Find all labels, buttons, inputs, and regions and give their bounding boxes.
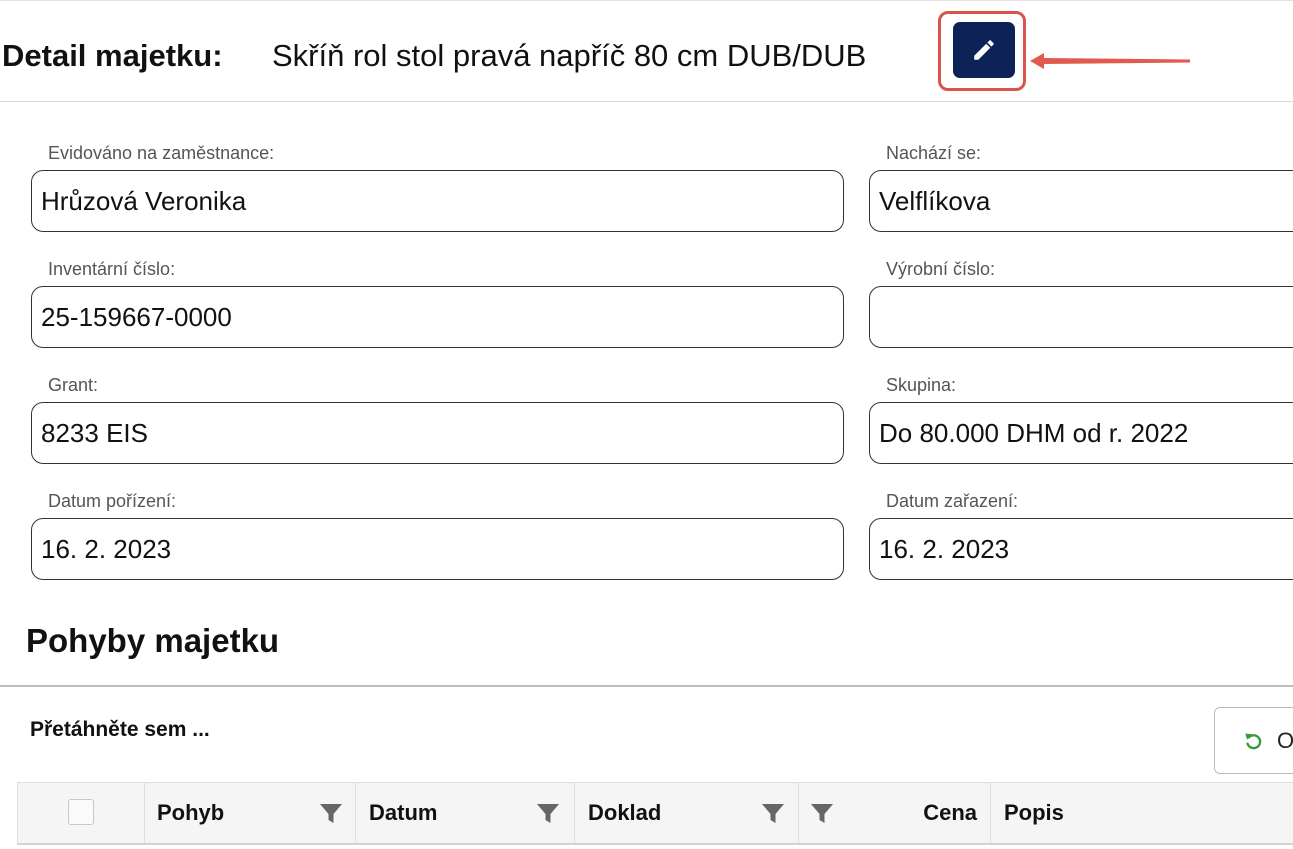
- location-field[interactable]: Velflíkova: [869, 170, 1293, 232]
- classification-date-label: Datum zařazení:: [886, 491, 1019, 511]
- grant-field[interactable]: 8233 EIS: [31, 402, 844, 464]
- employee-label: Evidováno na zaměstnance:: [48, 143, 275, 163]
- employee-field[interactable]: Hrůzová Veronika: [31, 170, 844, 232]
- page-title-label: Detail majetku:: [2, 38, 223, 73]
- group-panel-hint[interactable]: Přetáhněte sem ...: [30, 718, 210, 742]
- column-header-datum[interactable]: Datum: [356, 783, 575, 843]
- undo-icon: [1245, 733, 1262, 749]
- reset-button[interactable]: O: [1214, 707, 1293, 774]
- column-header-label: Popis: [1004, 800, 1064, 825]
- select-all-checkbox[interactable]: [68, 799, 94, 825]
- serial-number-label: Výrobní číslo:: [886, 259, 996, 279]
- filter-icon[interactable]: [761, 802, 785, 826]
- filter-icon[interactable]: [536, 802, 560, 826]
- column-header-cena[interactable]: Cena: [799, 783, 991, 843]
- column-header-label: Doklad: [588, 800, 662, 825]
- group-label: Skupina:: [886, 375, 957, 395]
- column-header-label: Pohyb: [157, 800, 225, 825]
- grant-label: Grant:: [48, 375, 99, 395]
- top-border: [0, 0, 1293, 1]
- select-all-cell: [18, 783, 145, 843]
- filter-icon[interactable]: [810, 802, 834, 826]
- inventory-number-field[interactable]: 25-159667-0000: [31, 286, 844, 348]
- edit-button[interactable]: [953, 22, 1015, 78]
- location-label: Nachází se:: [886, 143, 982, 163]
- classification-date-field[interactable]: 16. 2. 2023: [869, 518, 1293, 580]
- column-header-doklad[interactable]: Doklad: [575, 783, 799, 843]
- grid-header: Pohyb Datum Doklad Cena Popis: [17, 782, 1293, 844]
- movements-title: Pohyby majetku: [26, 622, 280, 659]
- purchase-date-field[interactable]: 16. 2. 2023: [31, 518, 844, 580]
- header-divider: [0, 101, 1293, 102]
- column-header-pohyb[interactable]: Pohyb: [145, 783, 356, 843]
- filter-icon[interactable]: [319, 802, 343, 826]
- page-title-value: Skříň rol stol pravá napříč 80 cm DUB/DU…: [272, 38, 867, 73]
- group-field[interactable]: Do 80.000 DHM od r. 2022: [869, 402, 1293, 464]
- grid-divider: [17, 843, 1293, 845]
- asset-detail-page: Detail majetku: Skříň rol stol pravá nap…: [0, 0, 1293, 849]
- purchase-date-label: Datum pořízení:: [48, 491, 177, 511]
- inventory-number-label: Inventární číslo:: [48, 259, 176, 279]
- serial-number-field[interactable]: [869, 286, 1293, 348]
- column-header-popis[interactable]: Popis: [991, 783, 1293, 843]
- reset-label: O: [1277, 727, 1293, 753]
- annotation-arrow: [1030, 53, 1190, 69]
- pencil-icon: [974, 40, 994, 60]
- column-header-label: Cena: [923, 800, 977, 825]
- column-header-label: Datum: [369, 800, 438, 825]
- section-divider: [0, 685, 1293, 687]
